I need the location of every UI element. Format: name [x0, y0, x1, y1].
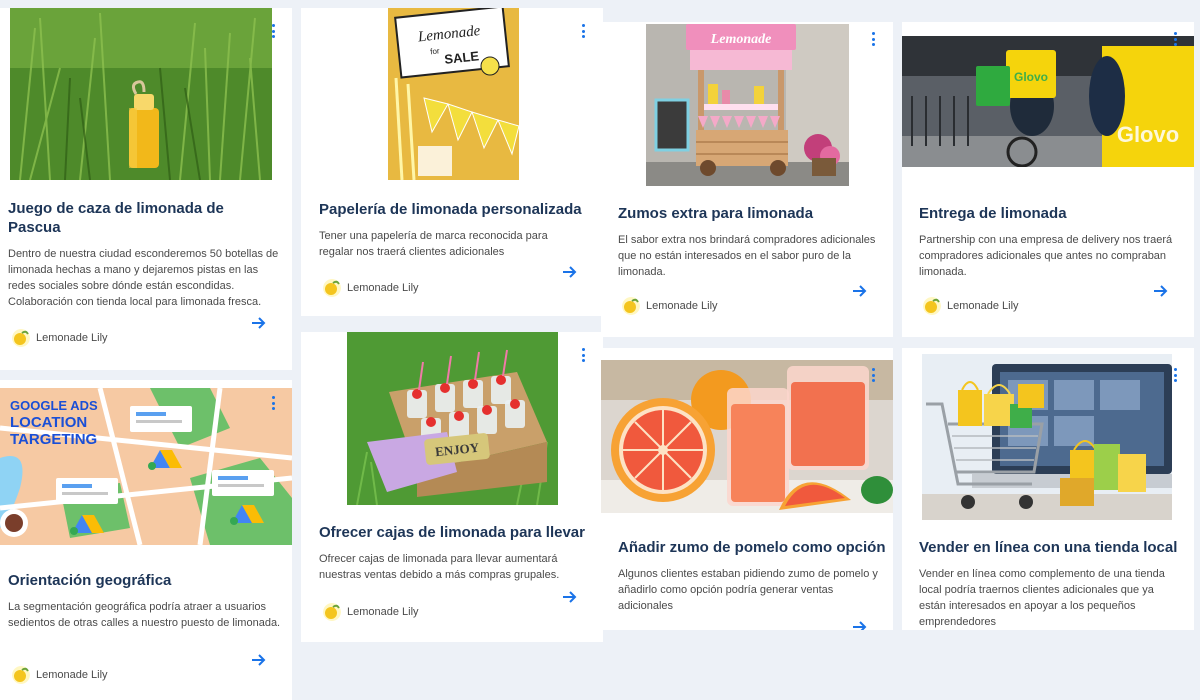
card-image-lemonade-crate: ENJOY [347, 332, 558, 505]
delivery-box-brand: Glovo [1014, 70, 1048, 84]
card-image-grapefruit-juice [601, 360, 893, 513]
stand-sign-text: Lemonade [710, 32, 772, 47]
card-title: Añadir zumo de pomelo como opción [618, 539, 886, 556]
card-title: Zumos extra para limonada [618, 205, 814, 222]
card-image-lemonade-bottle-in-grass [10, 8, 272, 180]
card-author: Lemonade Lily [12, 666, 108, 684]
idea-card-takeaway-crates[interactable]: ENJOY Ofrecer cajas de limonada para lle… [301, 332, 603, 642]
geo-image-text-line1: GOOGLE ADS [10, 398, 98, 413]
card-description: Algunos clientes estaban pidiendo zumo d… [618, 568, 878, 612]
idea-card-delivery[interactable]: Glovo Glovo Entrega de limonada Partners… [902, 22, 1194, 337]
delivery-box-brand-large: Glovo [1117, 122, 1179, 147]
lemon-avatar-icon [923, 297, 941, 315]
card-image-delivery-riders: Glovo Glovo [902, 36, 1194, 167]
idea-card-geo-targeting[interactable]: GOOGLE ADS LOCATION TARGETING Orientació… [0, 380, 292, 700]
open-card-arrow-icon[interactable] [852, 284, 868, 298]
card-menu-kebab-icon[interactable] [266, 394, 280, 412]
card-author: Lemonade Lily [323, 603, 419, 621]
card-menu-kebab-icon[interactable] [266, 22, 280, 40]
author-name: Lemonade Lily [36, 669, 108, 681]
card-description: Vender en línea como complemento de una … [919, 568, 1165, 628]
open-card-arrow-icon[interactable] [251, 653, 267, 667]
card-description: La segmentación geográfica podría atraer… [8, 601, 281, 629]
open-card-arrow-icon[interactable] [852, 620, 868, 630]
card-author: Lemonade Lily [323, 279, 419, 297]
card-description: Tener una papelería de marca reconocida … [319, 230, 548, 258]
idea-card-stationery[interactable]: Lemonade for SALE Papelería de limonada … [301, 8, 603, 316]
idea-card-grapefruit[interactable]: Añadir zumo de pomelo como opción Alguno… [601, 348, 893, 630]
card-menu-kebab-icon[interactable] [1168, 366, 1182, 384]
card-description: Partnership con una empresa de delivery … [919, 234, 1173, 278]
lemon-avatar-icon [323, 603, 341, 621]
stationery-text-line2: for [430, 46, 441, 56]
card-description: Ofrecer cajas de limonada para llevar au… [319, 553, 560, 581]
lemon-avatar-icon [622, 297, 640, 315]
card-image-lemonade-for-sale-stationery: Lemonade for SALE [388, 8, 519, 180]
open-card-arrow-icon[interactable] [562, 265, 578, 279]
card-title: Entrega de limonada [919, 205, 1067, 222]
card-menu-kebab-icon[interactable] [576, 346, 590, 364]
card-title: Ofrecer cajas de limonada para llevar [319, 524, 585, 541]
card-title: Vender en línea con una tienda local [919, 539, 1178, 556]
author-name: Lemonade Lily [947, 300, 1019, 312]
idea-card-extra-juices[interactable]: Lemonade Zumos extra para limonada El sa… [601, 22, 893, 337]
author-name: Lemonade Lily [347, 606, 419, 618]
card-menu-kebab-icon[interactable] [576, 22, 590, 40]
idea-card-online-store[interactable]: Vender en línea con una tienda local Ven… [902, 348, 1194, 630]
author-name: Lemonade Lily [347, 282, 419, 294]
card-author: Lemonade Lily [622, 297, 718, 315]
card-image-shopping-cart-laptop [922, 354, 1172, 520]
card-author: Lemonade Lily [923, 297, 1019, 315]
idea-card-easter-hunt[interactable]: Juego de caza de limonada de Pascua Dent… [0, 8, 292, 370]
card-description: Dentro de nuestra ciudad esconderemos 50… [8, 248, 279, 308]
lemon-avatar-icon [12, 666, 30, 684]
lemon-avatar-icon [12, 329, 30, 347]
geo-image-text-line2: LOCATION [10, 414, 87, 431]
author-name: Lemonade Lily [36, 332, 108, 344]
open-card-arrow-icon[interactable] [1153, 284, 1169, 298]
card-author: Lemonade Lily [12, 329, 108, 347]
geo-image-text-line3: TARGETING [10, 431, 97, 448]
card-description: El sabor extra nos brindará compradores … [618, 234, 876, 278]
author-name: Lemonade Lily [646, 300, 718, 312]
card-title: Orientación geográfica [8, 572, 172, 589]
open-card-arrow-icon[interactable] [251, 316, 267, 330]
card-menu-kebab-icon[interactable] [1168, 30, 1182, 48]
open-card-arrow-icon[interactable] [562, 590, 578, 604]
card-menu-kebab-icon[interactable] [866, 30, 880, 48]
card-title: Papelería de limonada personalizada [319, 201, 582, 218]
card-image-lemonade-stand: Lemonade [646, 24, 849, 186]
card-menu-kebab-icon[interactable] [866, 366, 880, 384]
lemon-avatar-icon [323, 279, 341, 297]
card-image-google-ads-location-map: GOOGLE ADS LOCATION TARGETING [0, 388, 292, 545]
card-title: Juego de caza de limonada de Pascua [8, 200, 224, 236]
